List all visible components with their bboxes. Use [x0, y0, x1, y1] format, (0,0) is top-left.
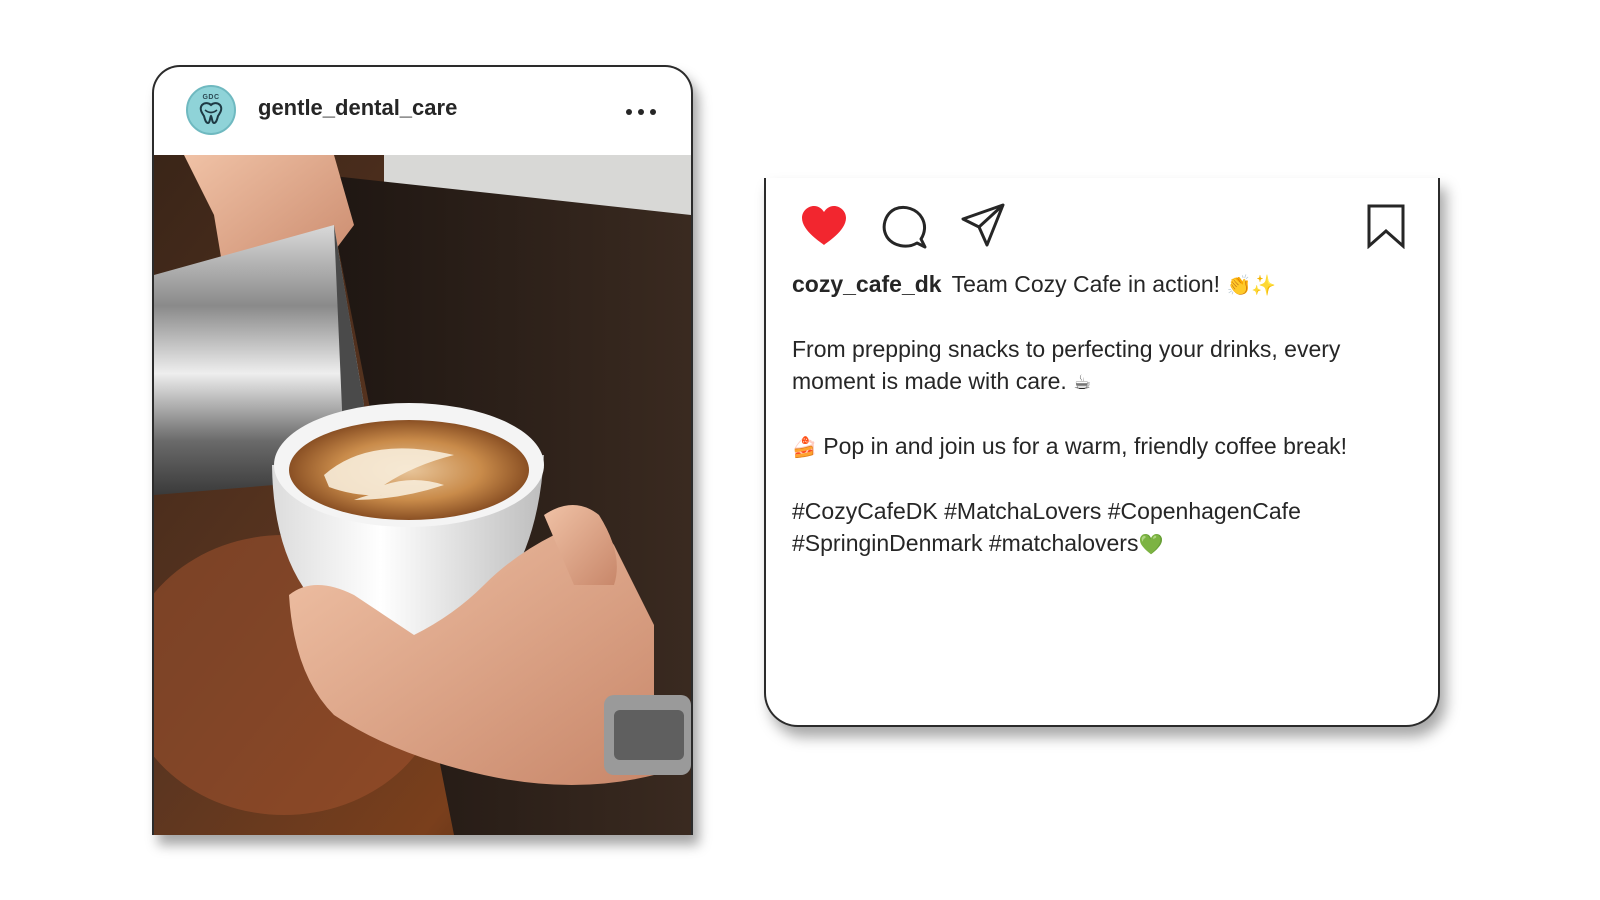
- caption-username[interactable]: cozy_cafe_dk: [792, 271, 942, 297]
- more-dot-icon: [626, 109, 632, 115]
- caption-paragraph-1-text: From prepping snacks to perfecting your …: [792, 336, 1341, 394]
- instagram-post-card: GDC gentle_dental_care: [152, 65, 693, 835]
- more-options-button[interactable]: [621, 97, 661, 127]
- hashtags-line-1[interactable]: #CozyCafeDK #MatchaLovers #CopenhagenCaf…: [792, 498, 1301, 524]
- caption-paragraph-1: From prepping snacks to perfecting your …: [792, 333, 1412, 398]
- tooth-logo-icon: [199, 101, 223, 124]
- avatar[interactable]: GDC: [186, 85, 236, 135]
- post-header: GDC gentle_dental_care: [154, 67, 691, 155]
- cake-emoji: 🍰: [792, 435, 817, 459]
- caption-paragraph-2: 🍰 Pop in and join us for a warm, friendl…: [792, 430, 1412, 463]
- coffee-emoji: ☕: [1073, 370, 1092, 394]
- caption-headline: cozy_cafe_dk Team Cozy Cafe in action! 👏✨: [792, 268, 1412, 301]
- green-heart-emoji: 💚: [1138, 532, 1164, 556]
- caption-headline-text: Team Cozy Cafe in action!: [951, 271, 1221, 297]
- more-dot-icon: [638, 109, 644, 115]
- save-button[interactable]: [1366, 203, 1406, 254]
- action-bar: [766, 178, 1438, 258]
- like-button[interactable]: [800, 205, 848, 252]
- post-username[interactable]: gentle_dental_care: [258, 95, 457, 121]
- more-dot-icon: [650, 109, 656, 115]
- caption-hashtags: #CozyCafeDK #MatchaLovers #CopenhagenCaf…: [792, 495, 1412, 560]
- hashtags-line-2[interactable]: #SpringinDenmark #matchalovers: [792, 530, 1138, 556]
- caption-card: cozy_cafe_dk Team Cozy Cafe in action! 👏✨…: [764, 178, 1440, 727]
- comment-bubble-icon: [882, 205, 927, 249]
- caption-paragraph-2-text: Pop in and join us for a warm, friendly …: [823, 433, 1348, 459]
- heart-filled-icon: [802, 206, 846, 245]
- paper-plane-icon: [961, 203, 1005, 247]
- avatar-initials: GDC: [202, 93, 220, 101]
- bookmark-icon: [1367, 204, 1405, 250]
- latte-art-photo[interactable]: [154, 155, 691, 835]
- comment-button[interactable]: [881, 205, 927, 254]
- clap-sparkles-emoji: 👏✨: [1226, 273, 1277, 297]
- caption-text: cozy_cafe_dk Team Cozy Cafe in action! 👏✨…: [792, 268, 1412, 560]
- share-button[interactable]: [960, 202, 1006, 253]
